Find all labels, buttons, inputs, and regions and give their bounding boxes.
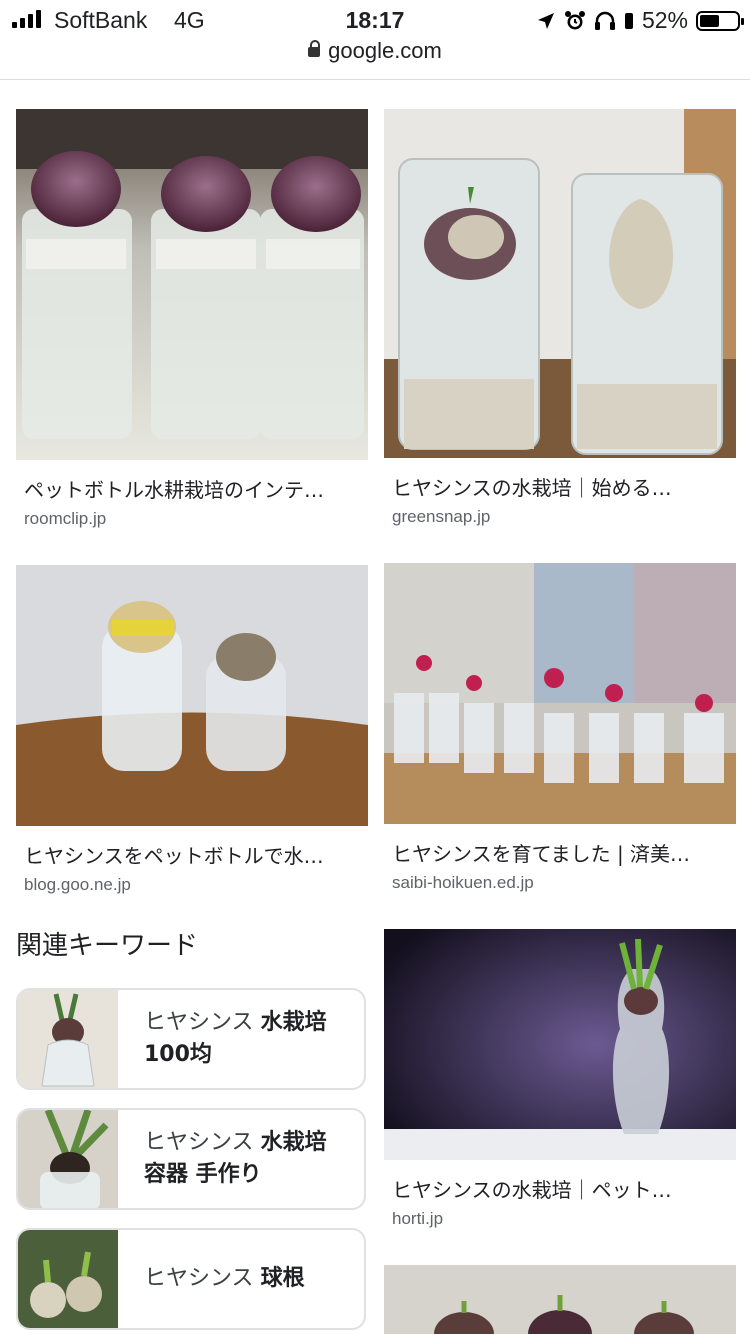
battery-icon	[696, 10, 744, 31]
image-result[interactable]: ペットボトル水耕栽培のインテ… roomclip.jp	[16, 109, 368, 529]
result-site: greensnap.jp	[392, 507, 491, 526]
result-image[interactable]	[384, 1265, 736, 1334]
keyword-thumbnail	[18, 990, 118, 1088]
rotation-lock-icon	[624, 12, 633, 29]
address-bar[interactable]: google.com	[0, 38, 750, 72]
result-title[interactable]: ペットボトル水耕栽培のインテ…	[16, 474, 362, 503]
result-title[interactable]: ヒヤシンスをペットボトルで水…	[16, 840, 362, 869]
battery-percent: 52%	[641, 7, 688, 33]
result-image[interactable]	[16, 109, 368, 460]
headphones-icon	[594, 11, 615, 30]
keyword-plain: ヒヤシンス	[144, 1010, 261, 1035]
location-icon	[537, 12, 554, 29]
keyword-plain: ヒヤシンス	[144, 1266, 261, 1291]
status-bar: SoftBank 4G 18:17 52%	[0, 0, 750, 40]
result-image[interactable]	[384, 109, 736, 458]
lock-icon	[308, 40, 321, 57]
keyword-thumbnail	[18, 1110, 118, 1208]
result-site: blog.goo.ne.jp	[24, 875, 131, 894]
keyword-bold: 球根	[260, 1266, 305, 1291]
image-result[interactable]: ヒヤシンスを育てました | 済美… saibi-hoikuen.ed.jp	[384, 563, 736, 893]
result-site: saibi-hoikuen.ed.jp	[392, 873, 534, 892]
result-image[interactable]	[384, 929, 736, 1160]
result-title[interactable]: ヒヤシンスを育てました | 済美…	[384, 838, 730, 867]
divider	[0, 79, 750, 80]
keyword-thumbnail	[18, 1230, 118, 1328]
result-title[interactable]: ヒヤシンスの水栽培｜ペット…	[384, 1174, 730, 1203]
result-image[interactable]	[384, 563, 736, 824]
keyword-plain: ヒヤシンス	[144, 1130, 261, 1155]
image-result[interactable]	[384, 1265, 736, 1334]
alarm-icon	[564, 10, 585, 29]
image-result[interactable]: ヒヤシンスの水栽培｜ペット… horti.jp	[384, 929, 736, 1229]
result-site: horti.jp	[392, 1209, 444, 1228]
result-image[interactable]	[16, 565, 368, 826]
related-keywords-heading: 関連キーワード	[16, 931, 199, 961]
related-keyword-chip[interactable]: ヒヤシンス 水栽培 容器 手作り	[16, 1108, 366, 1210]
image-result[interactable]: ヒヤシンスをペットボトルで水… blog.goo.ne.jp	[16, 565, 368, 895]
related-keyword-chip[interactable]: ヒヤシンス 水栽培 100均	[16, 988, 366, 1090]
result-title[interactable]: ヒヤシンスの水栽培｜始める…	[384, 472, 730, 501]
related-keyword-chip[interactable]: ヒヤシンス 球根	[16, 1228, 366, 1330]
result-site: roomclip.jp	[24, 509, 107, 528]
address-domain: google.com	[328, 38, 442, 63]
image-result[interactable]: ヒヤシンスの水栽培｜始める… greensnap.jp	[384, 109, 736, 527]
